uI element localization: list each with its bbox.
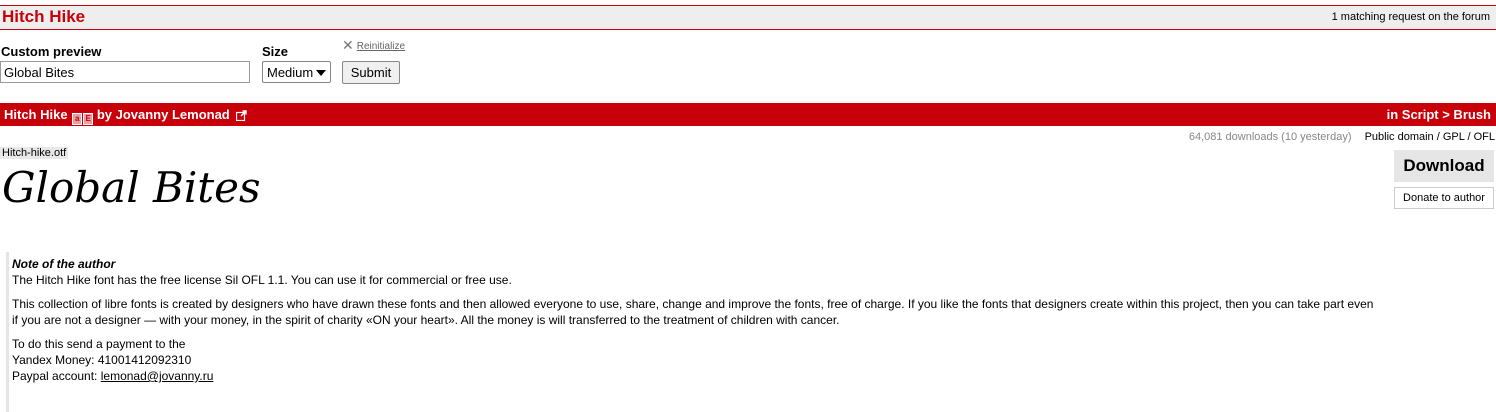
font-meta: 64,081 downloads (10 yesterday) Public d…	[1189, 131, 1495, 143]
external-link-icon[interactable]	[236, 109, 248, 124]
page-title[interactable]: Hitch Hike	[2, 7, 85, 27]
custom-preview-label: Custom preview	[1, 44, 102, 59]
note-line: To do this send a payment to the	[12, 337, 186, 351]
category-breadcrumb[interactable]: in Script > Brush	[1387, 107, 1491, 122]
reinitialize-link[interactable]: ✕ Reinitialize	[342, 37, 405, 54]
euro-glyph-icon: E	[83, 113, 94, 125]
accent-glyph-icon: a	[72, 113, 83, 125]
font-preview: Global Bites	[2, 163, 261, 212]
close-icon: ✕	[342, 37, 354, 53]
author-note: Note of the author The Hitch Hike font h…	[6, 252, 1496, 412]
chevron-down-icon	[316, 70, 326, 76]
submit-button[interactable]: Submit	[342, 61, 400, 84]
download-count: 64,081 downloads (10 yesterday)	[1188, 131, 1352, 143]
author-link[interactable]: by Jovanny Lemonad	[97, 107, 230, 122]
note-title: Note of the author	[12, 257, 116, 271]
font-title-group: Hitch Hike aE by Jovanny Lemonad	[4, 107, 248, 125]
paypal-email-link[interactable]: lemonad@jovanny.ru	[101, 369, 214, 383]
size-select-value: Medium	[267, 65, 314, 80]
title-bar: Hitch Hike 1 matching request on the for…	[0, 5, 1496, 30]
forum-matching-link[interactable]: 1 matching request on the forum	[1332, 11, 1490, 23]
download-button[interactable]: Download	[1394, 150, 1494, 182]
size-label: Size	[262, 44, 289, 59]
font-filename: Hitch-hike.otf	[0, 147, 69, 159]
paypal-prefix: Paypal account:	[12, 369, 101, 383]
font-header-bar: Hitch Hike aE by Jovanny Lemonad in Scri…	[0, 103, 1496, 126]
note-line: if you are not a designer — with your mo…	[12, 313, 840, 327]
font-name-link[interactable]: Hitch Hike	[4, 107, 68, 122]
font-preview-text: Global Bites	[2, 163, 261, 212]
reinitialize-label: Reinitialize	[356, 41, 406, 52]
note-line: This collection of libre fonts is create…	[12, 297, 1374, 311]
note-line: The Hitch Hike font has the free license…	[12, 273, 512, 287]
license-info[interactable]: Public domain / GPL / OFL	[1365, 131, 1495, 143]
paypal-line: Paypal account: lemonad@jovanny.ru	[12, 368, 1496, 384]
note-line: Yandex Money: 41001412092310	[12, 353, 192, 367]
size-select[interactable]: Medium	[262, 61, 331, 83]
custom-preview-input[interactable]	[0, 61, 250, 83]
donate-button[interactable]: Donate to author	[1394, 187, 1494, 209]
